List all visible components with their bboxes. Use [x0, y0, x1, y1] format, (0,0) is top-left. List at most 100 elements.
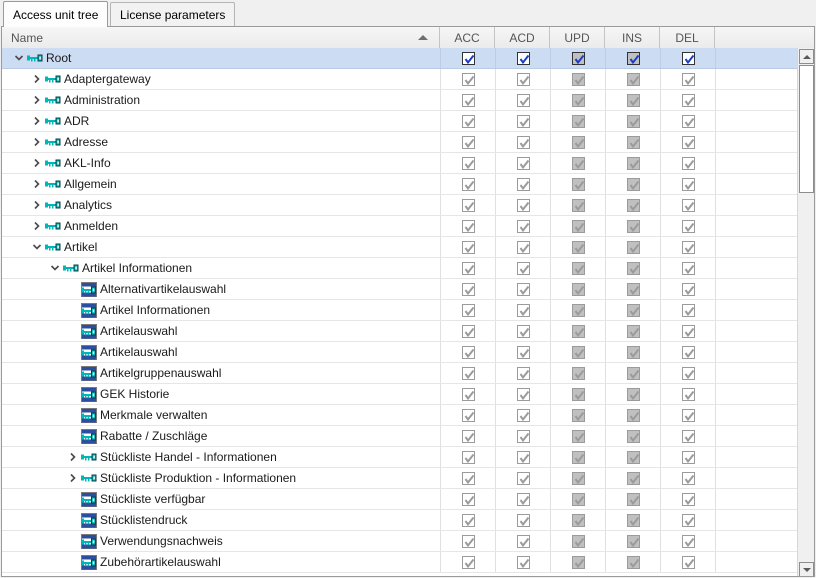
checkbox-ins[interactable]	[626, 198, 640, 212]
checkbox-ins[interactable]	[626, 345, 640, 359]
permission-cell-ins[interactable]	[605, 48, 660, 69]
checkbox-acc[interactable]	[461, 429, 475, 443]
permission-cell-acc[interactable]	[440, 510, 495, 531]
tree-row[interactable]: Stückliste Produktion - Informationen	[2, 468, 797, 489]
permission-cell-del[interactable]	[660, 195, 715, 216]
scrollbar-thumb[interactable]	[799, 65, 814, 193]
permission-cell-del[interactable]	[660, 531, 715, 552]
checkbox-acd[interactable]	[516, 555, 530, 569]
column-header-filler[interactable]	[715, 27, 814, 48]
permission-cell-acd[interactable]	[495, 216, 550, 237]
checkbox-acd[interactable]	[516, 177, 530, 191]
permission-cell-del[interactable]	[660, 111, 715, 132]
permission-cell-upd[interactable]	[550, 279, 605, 300]
checkbox-upd[interactable]	[571, 219, 585, 233]
tree-name-cell[interactable]: Analytics	[2, 195, 440, 216]
checkbox-del[interactable]	[681, 51, 695, 65]
tree-row[interactable]: Stücklistendruck	[2, 510, 797, 531]
permission-cell-acd[interactable]	[495, 363, 550, 384]
checkbox-acc[interactable]	[461, 177, 475, 191]
permission-cell-upd[interactable]	[550, 48, 605, 69]
permission-cell-del[interactable]	[660, 552, 715, 573]
permission-cell-acc[interactable]	[440, 468, 495, 489]
checkbox-acd[interactable]	[516, 513, 530, 527]
tree-name-cell[interactable]: AKL-Info	[2, 153, 440, 174]
checkbox-upd[interactable]	[571, 240, 585, 254]
permission-cell-upd[interactable]	[550, 216, 605, 237]
tree-name-cell[interactable]: Adaptergateway	[2, 69, 440, 90]
permission-cell-acc[interactable]	[440, 90, 495, 111]
checkbox-ins[interactable]	[626, 429, 640, 443]
tree-row[interactable]: Artikelauswahl	[2, 342, 797, 363]
column-header-acd[interactable]: ACD	[495, 27, 550, 48]
chevron-right-icon[interactable]	[30, 111, 44, 131]
permission-cell-acd[interactable]	[495, 132, 550, 153]
permission-cell-acc[interactable]	[440, 237, 495, 258]
permission-cell-acd[interactable]	[495, 153, 550, 174]
checkbox-acc[interactable]	[461, 345, 475, 359]
tree-name-cell[interactable]: Alternativartikelauswahl	[2, 279, 440, 300]
permission-cell-acc[interactable]	[440, 321, 495, 342]
tree-row[interactable]: Stückliste verfügbar	[2, 489, 797, 510]
checkbox-ins[interactable]	[626, 219, 640, 233]
checkbox-ins[interactable]	[626, 51, 640, 65]
tree-name-cell[interactable]: Stückliste Handel - Informationen	[2, 447, 440, 468]
chevron-right-icon[interactable]	[66, 468, 80, 488]
permission-cell-acc[interactable]	[440, 132, 495, 153]
permission-cell-acd[interactable]	[495, 531, 550, 552]
tree-name-cell[interactable]: Allgemein	[2, 174, 440, 195]
checkbox-upd[interactable]	[571, 177, 585, 191]
checkbox-ins[interactable]	[626, 261, 640, 275]
checkbox-acc[interactable]	[461, 471, 475, 485]
vertical-scrollbar[interactable]	[797, 48, 814, 576]
permission-cell-acd[interactable]	[495, 552, 550, 573]
tree-row[interactable]: Artikelauswahl	[2, 321, 797, 342]
checkbox-acc[interactable]	[461, 261, 475, 275]
column-header-acc[interactable]: ACC	[440, 27, 495, 48]
permission-cell-acd[interactable]	[495, 90, 550, 111]
checkbox-acc[interactable]	[461, 51, 475, 65]
checkbox-ins[interactable]	[626, 72, 640, 86]
column-header-ins[interactable]: INS	[605, 27, 660, 48]
permission-cell-acd[interactable]	[495, 342, 550, 363]
checkbox-ins[interactable]	[626, 240, 640, 254]
column-header-upd[interactable]: UPD	[550, 27, 605, 48]
tree-row[interactable]: Anmelden	[2, 216, 797, 237]
permission-cell-del[interactable]	[660, 363, 715, 384]
checkbox-acc[interactable]	[461, 135, 475, 149]
checkbox-upd[interactable]	[571, 534, 585, 548]
tree-row[interactable]: Zubehörartikelauswahl	[2, 552, 797, 573]
checkbox-acd[interactable]	[516, 534, 530, 548]
checkbox-ins[interactable]	[626, 366, 640, 380]
permission-cell-ins[interactable]	[605, 132, 660, 153]
checkbox-acd[interactable]	[516, 198, 530, 212]
checkbox-ins[interactable]	[626, 387, 640, 401]
chevron-down-icon[interactable]	[30, 237, 44, 257]
chevron-right-icon[interactable]	[30, 69, 44, 89]
permission-cell-acd[interactable]	[495, 426, 550, 447]
permission-cell-del[interactable]	[660, 405, 715, 426]
tab-access-unit-tree[interactable]: Access unit tree	[3, 1, 109, 27]
checkbox-upd[interactable]	[571, 555, 585, 569]
tree-name-cell[interactable]: Artikel Informationen	[2, 300, 440, 321]
checkbox-upd[interactable]	[571, 324, 585, 338]
checkbox-acd[interactable]	[516, 51, 530, 65]
column-header-del[interactable]: DEL	[660, 27, 715, 48]
permission-cell-acd[interactable]	[495, 174, 550, 195]
permission-cell-acc[interactable]	[440, 258, 495, 279]
chevron-right-icon[interactable]	[66, 447, 80, 467]
permission-cell-ins[interactable]	[605, 195, 660, 216]
checkbox-ins[interactable]	[626, 408, 640, 422]
permission-cell-ins[interactable]	[605, 300, 660, 321]
checkbox-acd[interactable]	[516, 471, 530, 485]
permission-cell-ins[interactable]	[605, 111, 660, 132]
permission-cell-ins[interactable]	[605, 405, 660, 426]
permission-cell-acc[interactable]	[440, 195, 495, 216]
permission-cell-upd[interactable]	[550, 90, 605, 111]
checkbox-upd[interactable]	[571, 198, 585, 212]
checkbox-ins[interactable]	[626, 114, 640, 128]
permission-cell-acc[interactable]	[440, 531, 495, 552]
checkbox-acc[interactable]	[461, 324, 475, 338]
permission-cell-upd[interactable]	[550, 321, 605, 342]
checkbox-acc[interactable]	[461, 156, 475, 170]
